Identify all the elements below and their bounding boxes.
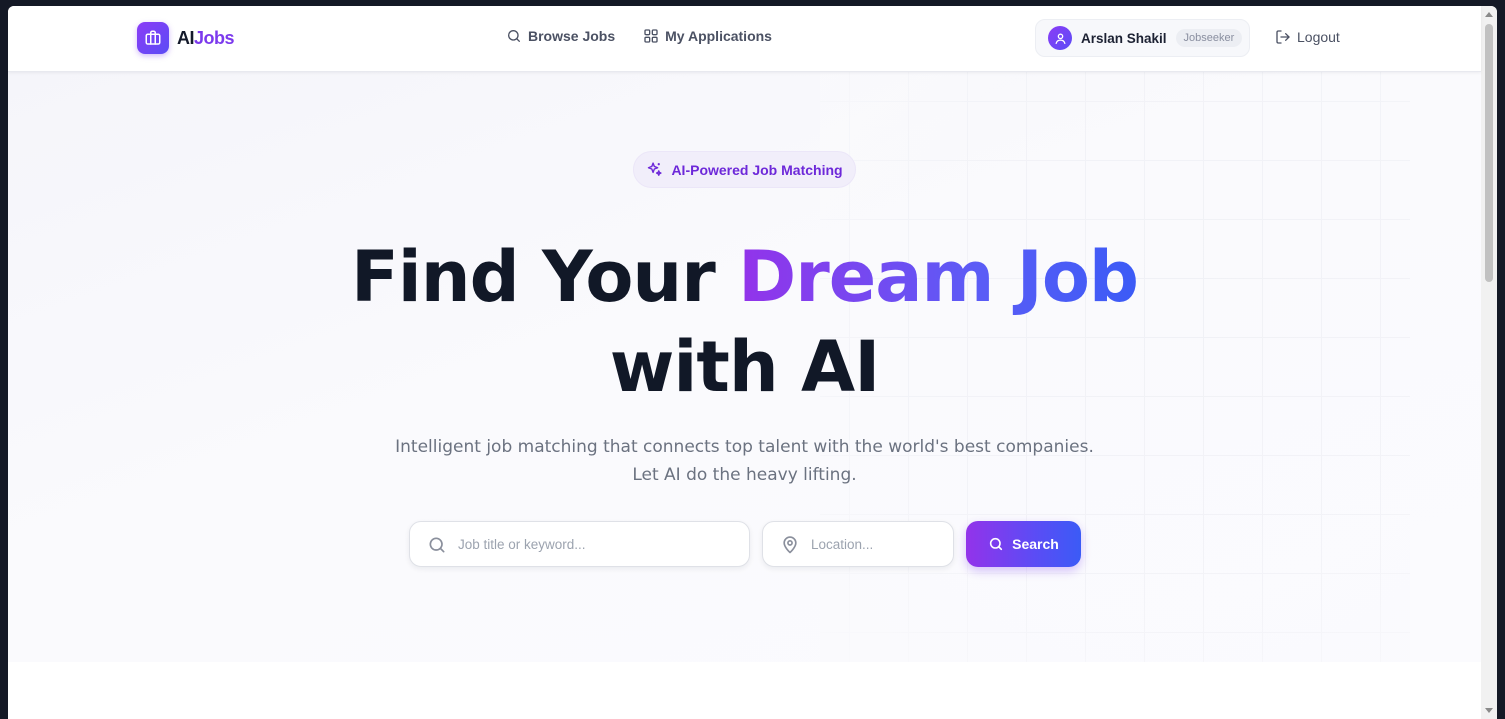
browser-viewport: AIJobs Browse Jobs My Applications Arsla… xyxy=(8,6,1497,719)
logout-icon xyxy=(1276,30,1290,44)
search-button-label: Search xyxy=(1012,536,1059,552)
headline-part1: Find Your xyxy=(350,236,739,318)
search-icon xyxy=(429,537,445,553)
content-below-hero xyxy=(8,662,1481,719)
scroll-up-arrow-icon[interactable] xyxy=(1485,12,1493,17)
user-profile-pill[interactable]: Arslan Shakil Jobseeker xyxy=(1035,19,1250,57)
headline-part2: with AI xyxy=(609,326,881,408)
vertical-scrollbar[interactable] xyxy=(1481,6,1497,719)
scroll-down-arrow-icon[interactable] xyxy=(1485,708,1493,713)
brand-name: AIJobs xyxy=(177,27,235,49)
subtitle-line2: Let AI do the heavy lifting. xyxy=(632,465,857,485)
hero-subtitle: Intelligent job matching that connects t… xyxy=(8,433,1481,489)
headline-gradient: Dream Job xyxy=(738,236,1139,318)
brand-logo[interactable]: AIJobs xyxy=(137,22,235,54)
nav-my-applications-label: My Applications xyxy=(665,28,772,44)
brand-name-jobs: Jobs xyxy=(194,27,235,48)
logout-button[interactable]: Logout xyxy=(1275,29,1340,45)
hero-headline: Find Your Dream Job with AI xyxy=(8,232,1481,412)
user-name: Arslan Shakil xyxy=(1081,30,1167,46)
nav-my-applications[interactable]: My Applications xyxy=(643,28,772,44)
search-icon xyxy=(508,30,520,42)
location-search-box[interactable] xyxy=(762,521,954,567)
brand-name-ai: AI xyxy=(177,27,195,48)
keyword-input[interactable] xyxy=(458,532,738,556)
ai-badge-label: AI-Powered Job Matching xyxy=(671,161,843,178)
grid-icon xyxy=(644,29,658,43)
search-button[interactable]: Search xyxy=(966,521,1081,567)
subtitle-line1: Intelligent job matching that connects t… xyxy=(395,437,1094,457)
location-input[interactable] xyxy=(811,532,941,556)
sparkles-icon xyxy=(648,162,663,176)
hero-section: AI-Powered Job Matching Find Your Dream … xyxy=(8,72,1481,662)
briefcase-icon xyxy=(137,22,169,54)
nav-browse-jobs[interactable]: Browse Jobs xyxy=(506,28,615,44)
ai-badge: AI-Powered Job Matching xyxy=(633,151,856,188)
role-badge: Jobseeker xyxy=(1175,29,1243,47)
search-icon xyxy=(990,537,1003,551)
nav-browse-jobs-label: Browse Jobs xyxy=(528,28,616,44)
map-pin-icon xyxy=(783,536,797,554)
scrollbar-thumb[interactable] xyxy=(1485,24,1493,282)
user-icon xyxy=(1048,26,1072,50)
main-nav: Browse Jobs My Applications xyxy=(506,28,772,44)
top-navbar: AIJobs Browse Jobs My Applications Arsla… xyxy=(8,6,1481,72)
logout-label: Logout xyxy=(1297,29,1340,45)
keyword-search-box[interactable] xyxy=(409,521,750,567)
